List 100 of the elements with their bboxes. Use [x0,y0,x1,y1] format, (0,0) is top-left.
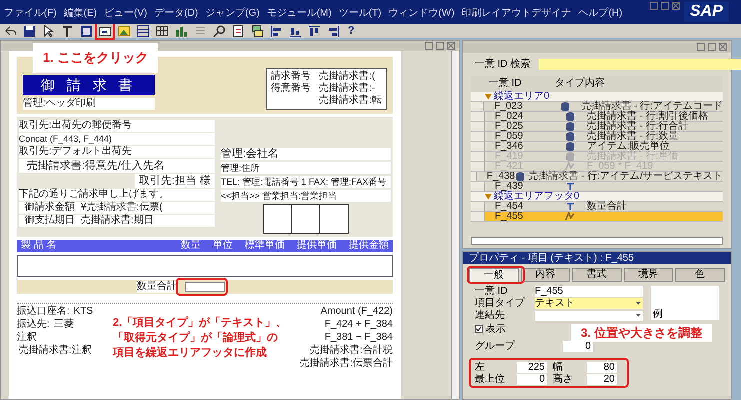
item-row[interactable]: F_438 売掛請求書 - 行:アイテム/サービステキスト [471,172,723,182]
window-buttons-icon[interactable] [425,42,455,50]
total-line: F_381 − F_384 [324,332,393,344]
tab[interactable]: 色 [675,268,725,282]
form-title: 御 請 求 書 [23,75,155,95]
item-row[interactable]: F_439 [471,182,723,192]
toolbar-button[interactable] [78,24,94,38]
menu-item[interactable]: 編集(E) [64,6,98,21]
field-value: 0 [517,374,547,385]
callout-text: 「取得元タイプ」が「論理式」の [113,331,278,346]
item-row[interactable]: F_024 売掛請求書 - 行:割引後価格 [471,112,723,122]
frame-icon [78,24,94,38]
toolbar-button[interactable] [97,24,113,38]
item-row[interactable]: F_025 売掛請求書 - 行:行合計 [471,122,723,132]
column-header: 単位 [213,240,233,252]
window-buttons-icon[interactable] [650,2,680,10]
brand-logo: SAP [684,2,729,22]
page-icon [230,24,246,38]
align-left-icon [268,24,284,38]
callout-text: 1. ここをクリック [43,50,148,65]
window-buttons-icon[interactable] [697,43,727,51]
field-label: 最上位 [475,374,506,385]
field-value: F_455 [535,286,643,297]
formula-icon [565,212,575,221]
align-top-icon [306,24,322,38]
toolbar-button[interactable] [154,24,170,38]
toolbar-button[interactable] [306,24,322,38]
menu-item[interactable]: 印刷レイアウトデザイナ [462,6,572,21]
checkbox[interactable] [475,325,483,333]
toolbar-button[interactable] [268,24,284,38]
grid-icon [154,24,170,38]
database-icon [560,102,570,112]
column-header: 内容 [585,78,605,90]
item-content: アイテム:販売単位 [586,142,670,152]
toolbar-button[interactable] [135,24,151,38]
text-item [185,282,225,292]
item-content: 売掛請求書 - 行:アイテムコード [580,102,723,112]
menu-item[interactable]: ツール(T) [338,6,382,21]
highlight-frame [176,278,228,296]
vertical-scrollbar[interactable] [451,51,459,399]
tab[interactable]: 書式 [572,268,622,282]
text-type-icon [566,202,574,211]
bank-label: 振込先: [17,319,50,331]
info-value: 売掛請求書:転 [319,95,382,107]
field-label: 高さ [553,374,574,385]
database-icon [566,122,574,132]
menu-item[interactable]: モジュール(M) [266,6,332,21]
item-content: 売掛請求書 - 行:数量 [586,132,679,142]
column-header: 提供単価 [297,240,337,252]
item-id: F_454 [494,202,524,212]
footer-label: 数量合計 [137,281,177,293]
menu-item[interactable]: ビュー(V) [104,6,148,21]
field-label: 連結先 [475,310,506,321]
database-icon [566,142,574,152]
item-id: F_025 [494,122,524,132]
type-dropdown[interactable]: テキスト [535,298,643,309]
column-header: 提供金額 [349,240,389,252]
item-id: F_455 [494,212,524,222]
item-row[interactable]: F_059 売掛請求書 - 行:数量 [471,132,723,142]
menu-item[interactable]: ヘルプ(H) [578,6,623,21]
help-button[interactable]: ? [344,25,359,37]
menu-item[interactable]: ウィンドウ(W) [388,6,455,21]
horizontal-scrollbar[interactable] [471,237,723,245]
item-row[interactable]: F_023 売掛請求書 - 行:アイテムコード [471,102,723,112]
info-value: 売掛請求書:( [319,71,376,82]
field-value: 0 [563,341,593,352]
menu-item[interactable]: データ(D) [154,6,198,21]
menu-item[interactable]: ファイル(F) [4,6,57,21]
info-value: 売掛請求書:- [319,83,376,94]
group-row[interactable]: 繰返エリアフッタ0 [471,192,723,202]
toolbar-button[interactable] [21,24,37,38]
database-icon [516,172,526,182]
item-row[interactable]: F_455 [471,212,723,222]
amount-value: ¥売掛請求書:伝票( [81,202,163,214]
preview-label: 例 [653,309,663,320]
column-header: 一意 ID [488,78,523,90]
dropdown-caret-icon [636,302,641,305]
toolbar-button[interactable] [211,24,227,38]
group-name: 繰返エリア0 [493,92,550,102]
column-header: 数量 [181,240,201,252]
field-value: 80 [587,362,617,373]
group-row[interactable]: 繰返エリア0 [471,92,723,102]
item-id: F_023 [493,102,524,112]
item-id: F_346 [494,142,524,152]
item-row[interactable]: F_454 数量合計 [471,202,723,212]
callout-text: 3. 位置や大きさを調整 [581,326,702,340]
item-content: 数量合計 [586,202,627,212]
tab[interactable]: 境界 [624,268,674,282]
menu-item[interactable]: ジャンプ(G) [205,6,260,21]
formula-icon [565,162,575,171]
search-field[interactable] [538,59,741,70]
item-content: 売掛請求書 - 行:行合計 [586,122,689,132]
column-header: 標準単価 [245,240,285,252]
tab[interactable]: 内容 [520,268,570,282]
magnifier-icon [212,24,226,38]
group-name: 繰返エリアフッタ0 [493,192,580,202]
tab[interactable]: 一般 [469,268,519,282]
item-row[interactable]: F_346 アイテム:販売単位 [471,142,723,152]
field-label: 項目タイプ [475,298,526,309]
save-icon [22,24,36,38]
